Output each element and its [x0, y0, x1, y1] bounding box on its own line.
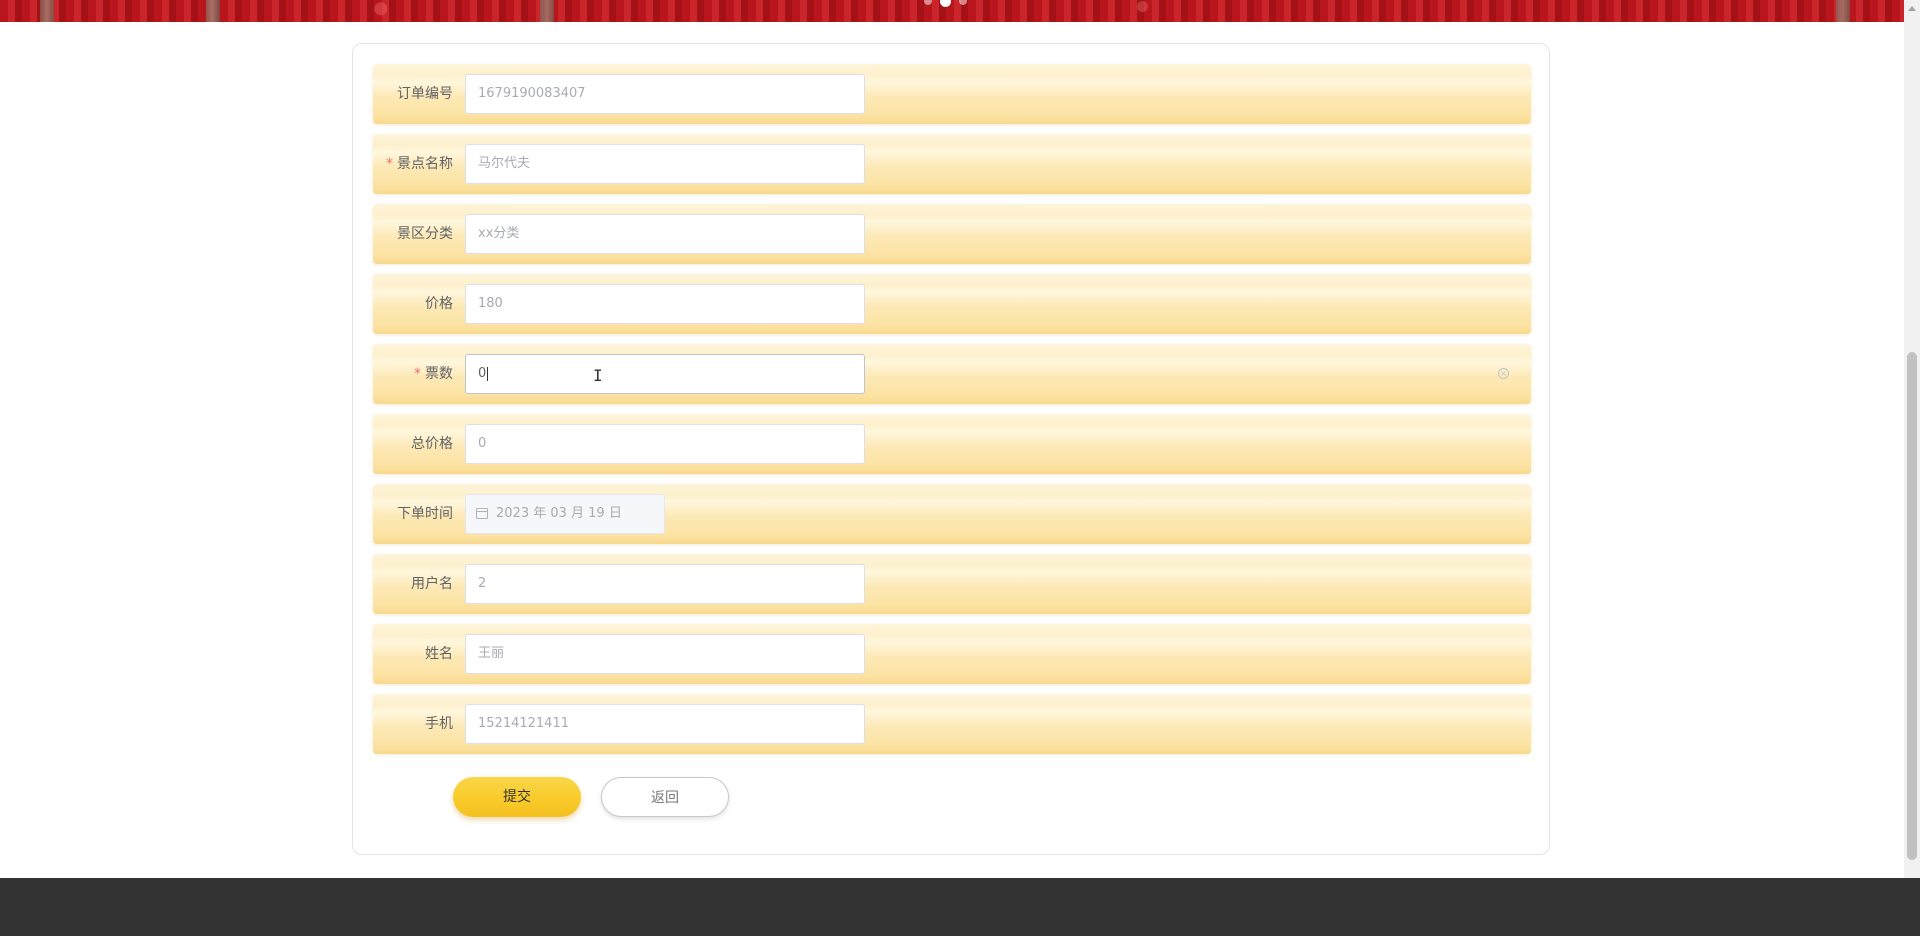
order-time-date-picker[interactable]: 2023 年 03 月 19 日 — [465, 494, 665, 534]
scenic-name-input[interactable]: 马尔代夫 — [465, 144, 865, 184]
name-label: 姓名 — [425, 646, 453, 662]
form-row-phone: 手机 15214121411 — [373, 694, 1531, 754]
username-input[interactable]: 2 — [465, 564, 865, 604]
banner-tree-trunk — [206, 0, 220, 22]
form-row-ticket-count: * 票数 0I × — [373, 344, 1531, 404]
carousel-dot-active[interactable] — [940, 0, 951, 7]
required-mark: * — [386, 156, 393, 172]
order-time-value: 2023 年 03 月 19 日 — [496, 506, 622, 521]
submit-button[interactable]: 提交 — [453, 777, 581, 817]
text-caret — [487, 366, 489, 381]
order-number-input[interactable]: 1679190083407 — [465, 74, 865, 114]
order-time-label: 下单时间 — [397, 506, 453, 522]
scenic-name-label: * 景点名称 — [386, 156, 453, 172]
total-price-input[interactable]: 0 — [465, 424, 865, 464]
form-row-name: 姓名 王丽 — [373, 624, 1531, 684]
carousel-dot[interactable] — [924, 0, 932, 5]
total-price-label: 总价格 — [411, 436, 453, 452]
ticket-count-input[interactable]: 0I — [465, 354, 865, 394]
back-button[interactable]: 返回 — [601, 777, 729, 817]
carousel-dot[interactable] — [959, 0, 967, 5]
price-label: 价格 — [425, 296, 453, 312]
page-footer — [0, 878, 1920, 936]
form-row-username: 用户名 2 — [373, 554, 1531, 614]
form-row-order-number: 订单编号 1679190083407 — [373, 64, 1531, 124]
price-input[interactable]: 180 — [465, 284, 865, 324]
scroll-up-arrow-icon[interactable] — [1908, 6, 1916, 11]
scenic-category-input[interactable]: xx分类 — [465, 214, 865, 254]
phone-input[interactable]: 15214121411 — [465, 704, 865, 744]
ticket-count-value: 0 — [478, 366, 487, 381]
scrollbar-thumb[interactable] — [1907, 352, 1917, 860]
phone-label: 手机 — [425, 716, 453, 732]
form-row-scenic-category: 景区分类 xx分类 — [373, 204, 1531, 264]
carousel-indicators — [924, 0, 967, 7]
vertical-scrollbar[interactable] — [1904, 0, 1920, 878]
scenic-category-label: 景区分类 — [397, 226, 453, 242]
banner-tree-trunk — [1836, 0, 1850, 22]
name-input[interactable]: 王丽 — [465, 634, 865, 674]
required-mark: * — [414, 366, 421, 382]
clear-icon[interactable]: × — [1498, 368, 1509, 379]
form-row-scenic-name: * 景点名称 马尔代夫 — [373, 134, 1531, 194]
form-row-price: 价格 180 — [373, 274, 1531, 334]
text-cursor-icon: I — [593, 366, 603, 385]
username-label: 用户名 — [411, 576, 453, 592]
order-form-card: 订单编号 1679190083407 * 景点名称 马尔代夫 景区分类 xx分类 … — [352, 43, 1550, 855]
ticket-count-label: * 票数 — [414, 366, 453, 382]
form-row-total-price: 总价格 0 — [373, 414, 1531, 474]
top-banner-carousel — [0, 0, 1904, 22]
calendar-icon — [476, 508, 488, 519]
banner-tree-trunk — [40, 0, 54, 22]
page: 订单编号 1679190083407 * 景点名称 马尔代夫 景区分类 xx分类 … — [0, 0, 1920, 936]
order-number-label: 订单编号 — [397, 86, 453, 102]
banner-tree-trunk — [540, 0, 554, 22]
form-row-order-time: 下单时间 2023 年 03 月 19 日 — [373, 484, 1531, 544]
